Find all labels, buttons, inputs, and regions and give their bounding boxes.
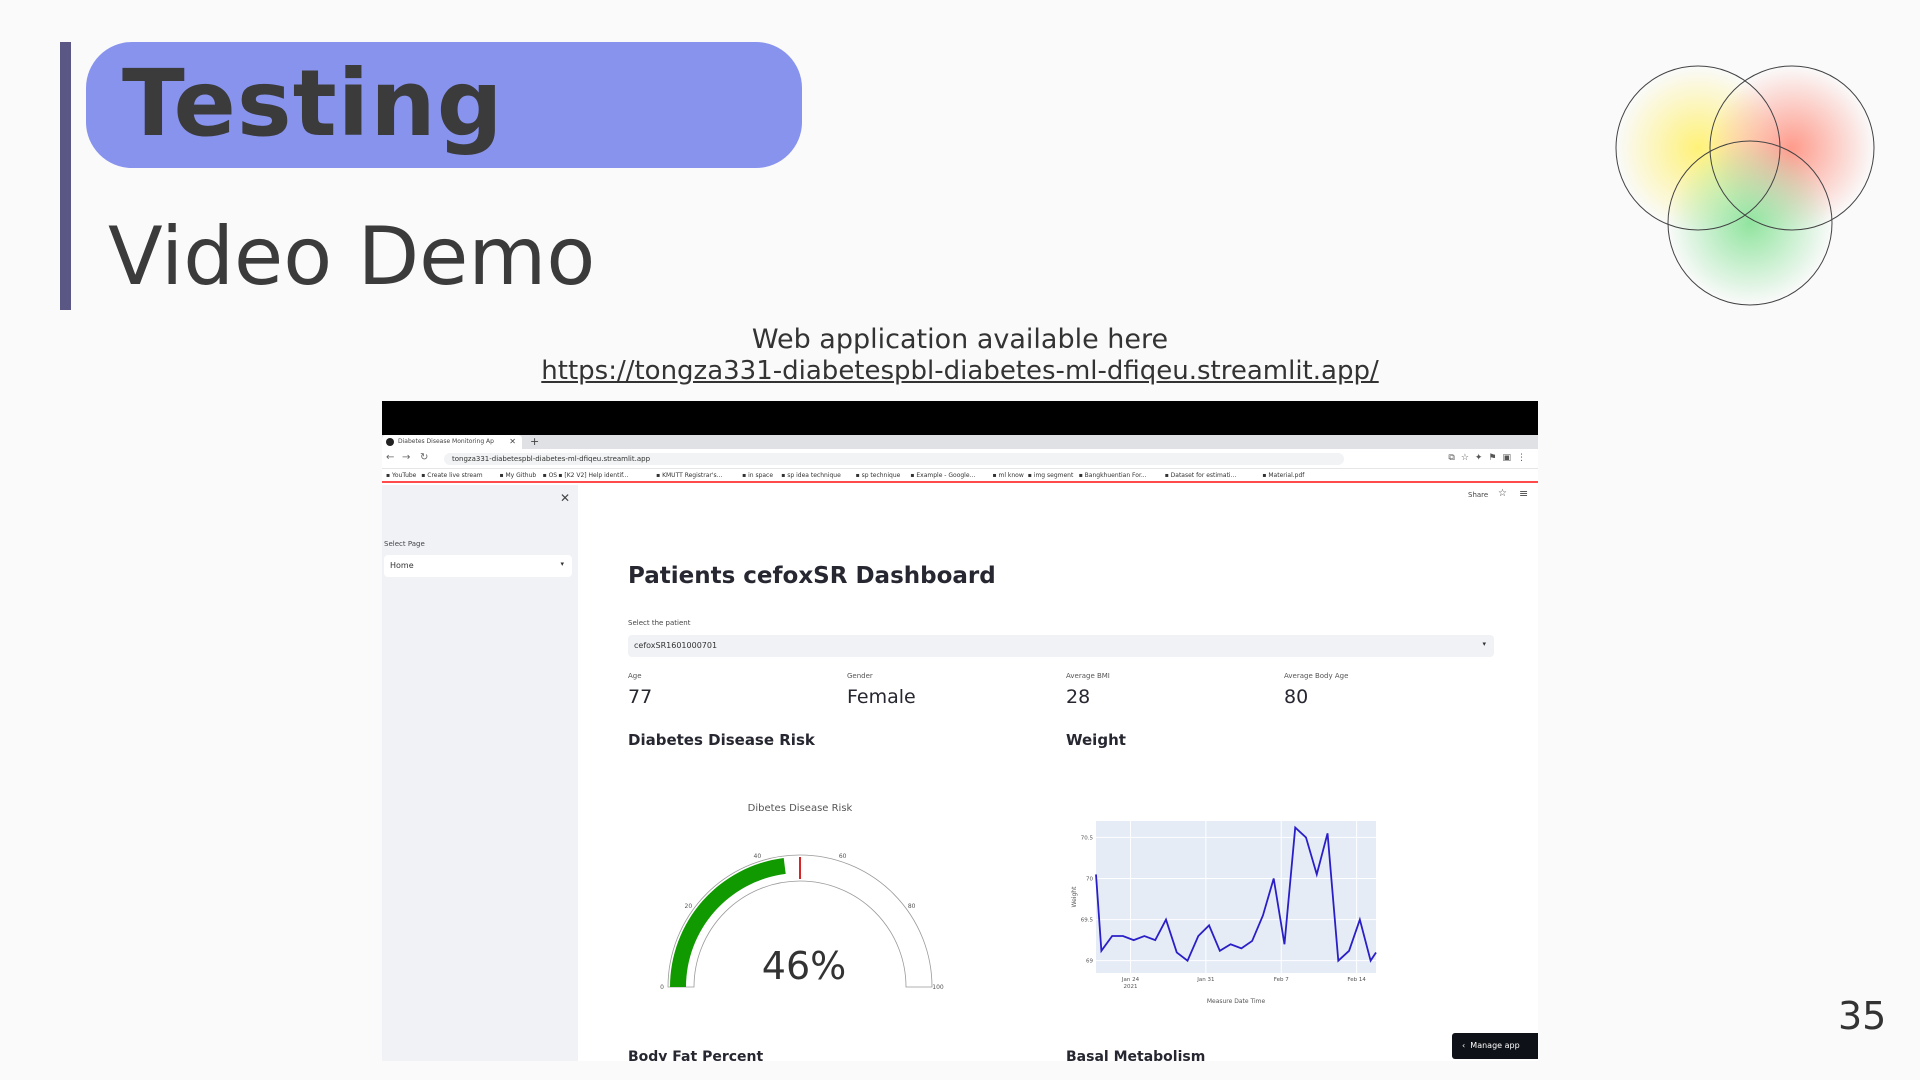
venn-decoration [1615, 65, 1875, 306]
app-screenshot: Diabetes Disease Monitoring Ap ✕ + ← → ↻… [382, 401, 1538, 1061]
url-field[interactable]: tongza331-diabetespbl-diabetes-ml-dfiqeu… [444, 453, 1344, 465]
gauge-tick-label: 20 [685, 903, 693, 910]
bookmark-item[interactable]: ▪ sp idea technique [781, 472, 840, 479]
patient-select-value: cefoxSR1601000701 [634, 641, 718, 650]
back-icon[interactable]: ← [386, 452, 394, 463]
reload-icon[interactable]: ↻ [420, 452, 428, 463]
gauge-tick-label: 60 [839, 853, 847, 860]
favicon-icon [386, 438, 394, 446]
x-tick-label: Jan 24 [1121, 977, 1140, 983]
accent-bar [60, 42, 71, 310]
bookmark-item[interactable]: ▪ Example - Google... [910, 472, 975, 479]
bookmark-item[interactable]: ▪ ml know [993, 472, 1024, 479]
url-text: tongza331-diabetespbl-diabetes-ml-dfiqeu… [452, 455, 651, 463]
body-fat-heading: Body Fat Percent [628, 1049, 764, 1061]
browser-tabbar: Diabetes Disease Monitoring Ap ✕ + [382, 435, 1538, 449]
bookmark-item[interactable]: ▪ Bangkhuentian For... [1079, 472, 1147, 479]
address-bar: ← → ↻ tongza331-diabetespbl-diabetes-ml-… [382, 449, 1538, 469]
sidebar: ✕ Select Page Home ▾ [382, 485, 578, 1061]
manage-app-label: Manage app [1470, 1041, 1520, 1050]
x-tick-label: Feb 14 [1347, 977, 1366, 983]
metric-bmi-value: 28 [1066, 686, 1091, 708]
dashboard-title: Patients cefoxSR Dashboard [628, 563, 996, 589]
metric-gender-label: Gender [847, 672, 873, 680]
select-page-value: Home [390, 561, 414, 570]
chevron-down-icon: ▾ [1482, 640, 1486, 648]
app-link[interactable]: https://tongza331-diabetespbl-diabetes-m… [0, 356, 1920, 386]
extension-icons[interactable]: ⧉☆✦⚑▣⋮ [1448, 453, 1532, 463]
bookmark-item[interactable]: ▪ in space [742, 472, 773, 479]
metric-gender-value: Female [847, 686, 916, 708]
gauge-tick-label: 0 [660, 984, 664, 991]
patient-select-label: Select the patient [628, 619, 691, 627]
forward-icon[interactable]: → [402, 452, 410, 463]
manage-app-button[interactable]: ‹ Manage app [1452, 1033, 1538, 1059]
bookmarks-bar: ▪ YouTube ▪ Create live stream ▪ My Github… [382, 469, 1538, 483]
share-button[interactable]: Share [1468, 491, 1488, 499]
risk-gauge-chart: 0 20 40 60 80 100 Dibetes Disease Risk 46% [660, 803, 944, 991]
x-tick-label: Feb 7 [1274, 977, 1289, 983]
weight-line-chart: 69 69.5 70 70.5 Jan 242021 Jan 31 Feb 7 Feb 14 M… [1071, 821, 1377, 1005]
x-tick-label: 2021 [1123, 984, 1137, 990]
slide-title: Testing [122, 50, 504, 157]
metric-age-label: Age [628, 672, 642, 680]
y-tick-label: 70 [1086, 877, 1093, 883]
new-tab-icon[interactable]: + [530, 435, 539, 448]
page-number: 35 [1838, 994, 1887, 1038]
y-tick-label: 69 [1086, 959, 1093, 965]
gauge-tick-label: 40 [754, 853, 762, 860]
close-sidebar-icon[interactable]: ✕ [560, 491, 570, 505]
slide-subtitle: Video Demo [108, 210, 596, 303]
metric-age-value: 77 [628, 686, 653, 708]
bookmark-item[interactable]: ▪ img segment [1028, 472, 1074, 479]
gauge-tick-label: 100 [932, 984, 944, 991]
gauge-title: Dibetes Disease Risk [748, 803, 853, 814]
bookmark-item[interactable]: ▪ sp technique [856, 472, 901, 479]
y-axis-label: Weight [1071, 886, 1078, 908]
basal-metabolism-heading: Basal Metabolism [1066, 1049, 1206, 1061]
patient-select-dropdown[interactable]: cefoxSR1601000701 ▾ [628, 635, 1494, 657]
bookmark-item[interactable]: ▪ KMUTT Registrar's... [656, 472, 722, 479]
y-tick-label: 70.5 [1081, 835, 1094, 841]
bookmark-item[interactable]: ▪ OS [543, 472, 558, 479]
bookmark-item[interactable]: ▪ My Github [500, 472, 537, 479]
bookmark-item[interactable]: ▪ Dataset for estimati... [1165, 472, 1237, 479]
caption: Web application available here [751, 324, 1169, 355]
video-top-bar [382, 401, 1538, 435]
slide: Testing Video Demo Web application avail… [0, 0, 1920, 1080]
bookmark-item[interactable]: ▪ Material.pdf [1262, 472, 1304, 479]
select-page-label: Select Page [384, 540, 425, 548]
weight-heading: Weight [1066, 731, 1126, 749]
browser-tab[interactable]: Diabetes Disease Monitoring Ap ✕ [382, 435, 522, 449]
y-tick-label: 69.5 [1081, 918, 1094, 924]
x-axis-label: Measure Date Time [1207, 998, 1266, 1005]
gauge-tick-label: 80 [908, 903, 916, 910]
metric-bmi-label: Average BMI [1066, 672, 1110, 680]
select-page-dropdown[interactable]: Home ▾ [384, 555, 572, 577]
menu-icon[interactable]: ≡ [1519, 487, 1528, 500]
metric-bodyage-value: 80 [1284, 686, 1309, 708]
tab-title: Diabetes Disease Monitoring Ap [398, 438, 494, 445]
bookmark-item[interactable]: ▪ Create live stream [421, 472, 482, 479]
chevron-down-icon: ▾ [560, 560, 564, 568]
plot-background [1096, 821, 1376, 973]
star-icon[interactable]: ☆ [1498, 488, 1507, 499]
risk-heading: Diabetes Disease Risk [628, 731, 815, 749]
bookmark-item[interactable]: ▪ [K2 V2] Help identif... [558, 472, 628, 479]
x-tick-label: Jan 31 [1196, 977, 1214, 983]
metric-bodyage-label: Average Body Age [1284, 672, 1349, 680]
close-icon[interactable]: ✕ [509, 437, 516, 446]
bookmark-item[interactable]: ▪ YouTube [386, 472, 416, 479]
gauge-value-label: 46% [762, 944, 846, 988]
